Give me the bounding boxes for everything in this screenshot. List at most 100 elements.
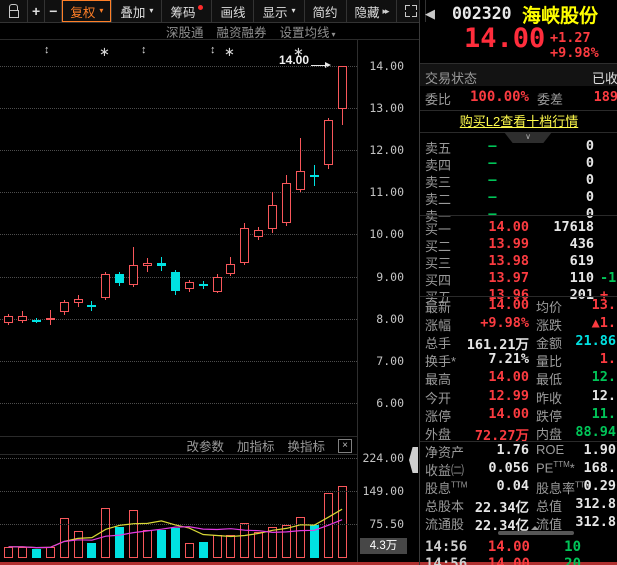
notification-dot-icon (198, 5, 203, 10)
toolbar-button-adjust-mode[interactable]: 复权▾ (62, 0, 112, 22)
l2-link[interactable]: 购买L2查看十档行情 (460, 114, 578, 129)
price-gridline (0, 150, 357, 151)
stat-label: 涨停 (425, 406, 451, 425)
stat-value: 11. (570, 406, 616, 422)
stat-label: 最高 (425, 369, 451, 388)
weibi-row: 委比 100.00% 委差 189 (420, 85, 617, 109)
toolbar-button-lock[interactable] (0, 0, 28, 22)
stat-value: 12. (570, 369, 616, 385)
price-axis-label: 9.00 (358, 270, 404, 284)
market-link[interactable]: 深股通 (166, 22, 204, 41)
candle (213, 277, 222, 292)
updown-marker-icon: ↕ (210, 45, 216, 56)
level-price: — (456, 189, 529, 205)
volume-base-label: 4.3万 (360, 538, 407, 554)
price-axis-label: 7.00 (358, 354, 404, 368)
back-arrow-icon[interactable]: ◀ (425, 6, 435, 22)
volume-chart[interactable] (0, 455, 357, 563)
candle (46, 318, 55, 320)
level-volume: 0 (532, 189, 594, 205)
close-indicator-icon[interactable]: × (338, 439, 352, 453)
toolbar-button-chip-distribution[interactable]: 筹码 (162, 0, 212, 22)
indicator-links: 改参数加指标换指标 (186, 436, 325, 455)
stat-label: 外盘 (425, 424, 451, 443)
l2-promo-row: 购买L2查看十档行情 (420, 110, 617, 133)
stat-value: 1.90 (570, 442, 616, 458)
candle (185, 282, 194, 289)
order-book-row[interactable]: 卖五—0 (420, 137, 617, 154)
candle (87, 305, 96, 307)
level-volume: 110 (532, 270, 594, 286)
price-gridline (0, 108, 357, 109)
candle (240, 228, 249, 263)
price-axis-label: 11.00 (358, 185, 404, 199)
panel-drag-handle[interactable] (409, 447, 418, 473)
order-book-row[interactable]: 买四13.97110-1 (420, 269, 617, 286)
stat-label: 最新 (425, 297, 451, 316)
weicha-value: 189 (588, 89, 617, 105)
toolbar-button-display[interactable]: 显示▾ (254, 0, 304, 22)
stat-value: 12.99 (450, 388, 529, 404)
stat-value: 21.86 (570, 333, 616, 349)
toolbar-button-label: 简约 (313, 2, 338, 21)
candle (143, 263, 152, 266)
order-book-row[interactable]: 卖二—0 (420, 188, 617, 205)
updown-marker-icon: ↕ (44, 45, 50, 56)
order-book-row[interactable]: 买一14.0017618 (420, 218, 617, 235)
toolbar-button-zoom-in[interactable]: + (28, 0, 45, 22)
trade-status-row: 交易状态 已收盘 (420, 63, 617, 86)
stat-value: 88.94 (570, 424, 616, 440)
market-link[interactable]: 融资融券 (217, 22, 267, 41)
star-marker-icon: ∗ (293, 45, 304, 58)
stat-value: 14.00 (450, 406, 529, 422)
order-book-row[interactable]: 卖四—0 (420, 154, 617, 171)
order-book-row[interactable]: 买三13.98619 (420, 252, 617, 269)
toolbar-button-hide[interactable]: 隐藏▸▸ (347, 0, 397, 22)
level-volume: 436 (532, 236, 594, 252)
toolbar-button-label: 复权 (70, 2, 95, 21)
stats-row: 最高14.00最低12. (420, 369, 617, 387)
toolbar-button-simple-mode[interactable]: 简约 (305, 0, 347, 22)
price-axis-label: 12.00 (358, 143, 404, 157)
price-gridline (0, 66, 357, 67)
candlestick-chart[interactable]: 14.00 ↕∗↕↕∗∗ (0, 40, 357, 436)
stat-label: 总值 (536, 496, 562, 515)
toolbar-button-overlay[interactable]: 叠加▾ (112, 0, 162, 22)
candle (74, 299, 83, 302)
indicator-link[interactable]: 加指标 (237, 436, 275, 455)
level-volume: 17618 (532, 219, 594, 235)
level-volume: 0 (532, 155, 594, 171)
candle (338, 66, 347, 109)
toolbar-button-draw-line[interactable]: 画线 (212, 0, 254, 22)
indicator-link[interactable]: 换指标 (287, 436, 325, 455)
candle (32, 320, 41, 322)
price-gridline (0, 192, 357, 193)
toolbar-button-label: − (49, 3, 57, 19)
stat-value: 0.29 (570, 478, 616, 494)
sell-buy-divider (420, 215, 617, 216)
tick-list-divider-handle[interactable] (498, 531, 574, 535)
chevron-down-icon: ▾ (149, 7, 153, 15)
stat-value: 14.00 (450, 369, 529, 385)
stat-value: 1. (570, 351, 616, 367)
order-book-row[interactable]: 买二13.99436 (420, 235, 617, 252)
volume-axis-label: 224.00 (358, 451, 404, 465)
toolbar-button-zoom-out[interactable]: − (45, 0, 62, 22)
candle (4, 316, 13, 322)
weibi-label: 委比 (425, 89, 451, 108)
annotation-arrow-head (325, 62, 331, 68)
market-link[interactable]: 设置均线▾ (280, 22, 336, 41)
stats-row: 换手*7.21%量比1. (420, 351, 617, 369)
candle (129, 265, 138, 285)
star-marker-icon: ∗ (99, 45, 110, 58)
toolbar-button-label: 筹码 (170, 2, 195, 21)
level-price: — (456, 172, 529, 188)
candle (226, 264, 235, 274)
indicator-link[interactable]: 改参数 (186, 436, 224, 455)
stat-value: 312.8 (570, 514, 616, 530)
tick-price: 14.00 (478, 539, 530, 555)
order-book-row[interactable]: 卖三—0 (420, 171, 617, 188)
star-marker-icon: ∗ (224, 45, 235, 58)
toolbar-button-label: 显示 (262, 2, 287, 21)
price-gridline (0, 361, 357, 362)
